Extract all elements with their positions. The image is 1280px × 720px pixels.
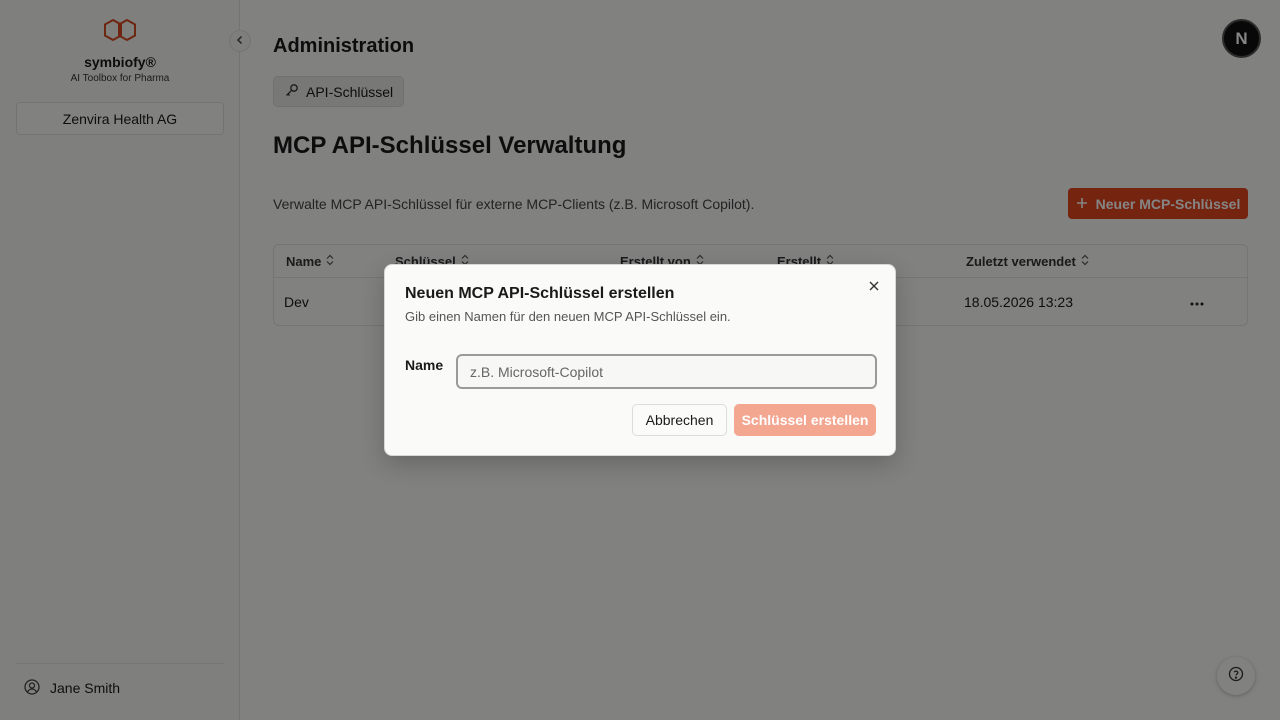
cancel-button[interactable]: Abbrechen	[632, 404, 727, 436]
close-dialog-button[interactable]	[866, 279, 882, 295]
create-key-dialog: Neuen MCP API-Schlüssel erstellen Gib ei…	[384, 264, 896, 456]
key-name-input[interactable]	[456, 354, 877, 389]
dialog-description: Gib einen Namen für den neuen MCP API-Sc…	[405, 309, 731, 324]
dialog-title: Neuen MCP API-Schlüssel erstellen	[405, 285, 675, 302]
create-key-button[interactable]: Schlüssel erstellen	[734, 404, 876, 436]
name-field-label: Name	[405, 357, 444, 373]
close-icon	[869, 278, 879, 296]
